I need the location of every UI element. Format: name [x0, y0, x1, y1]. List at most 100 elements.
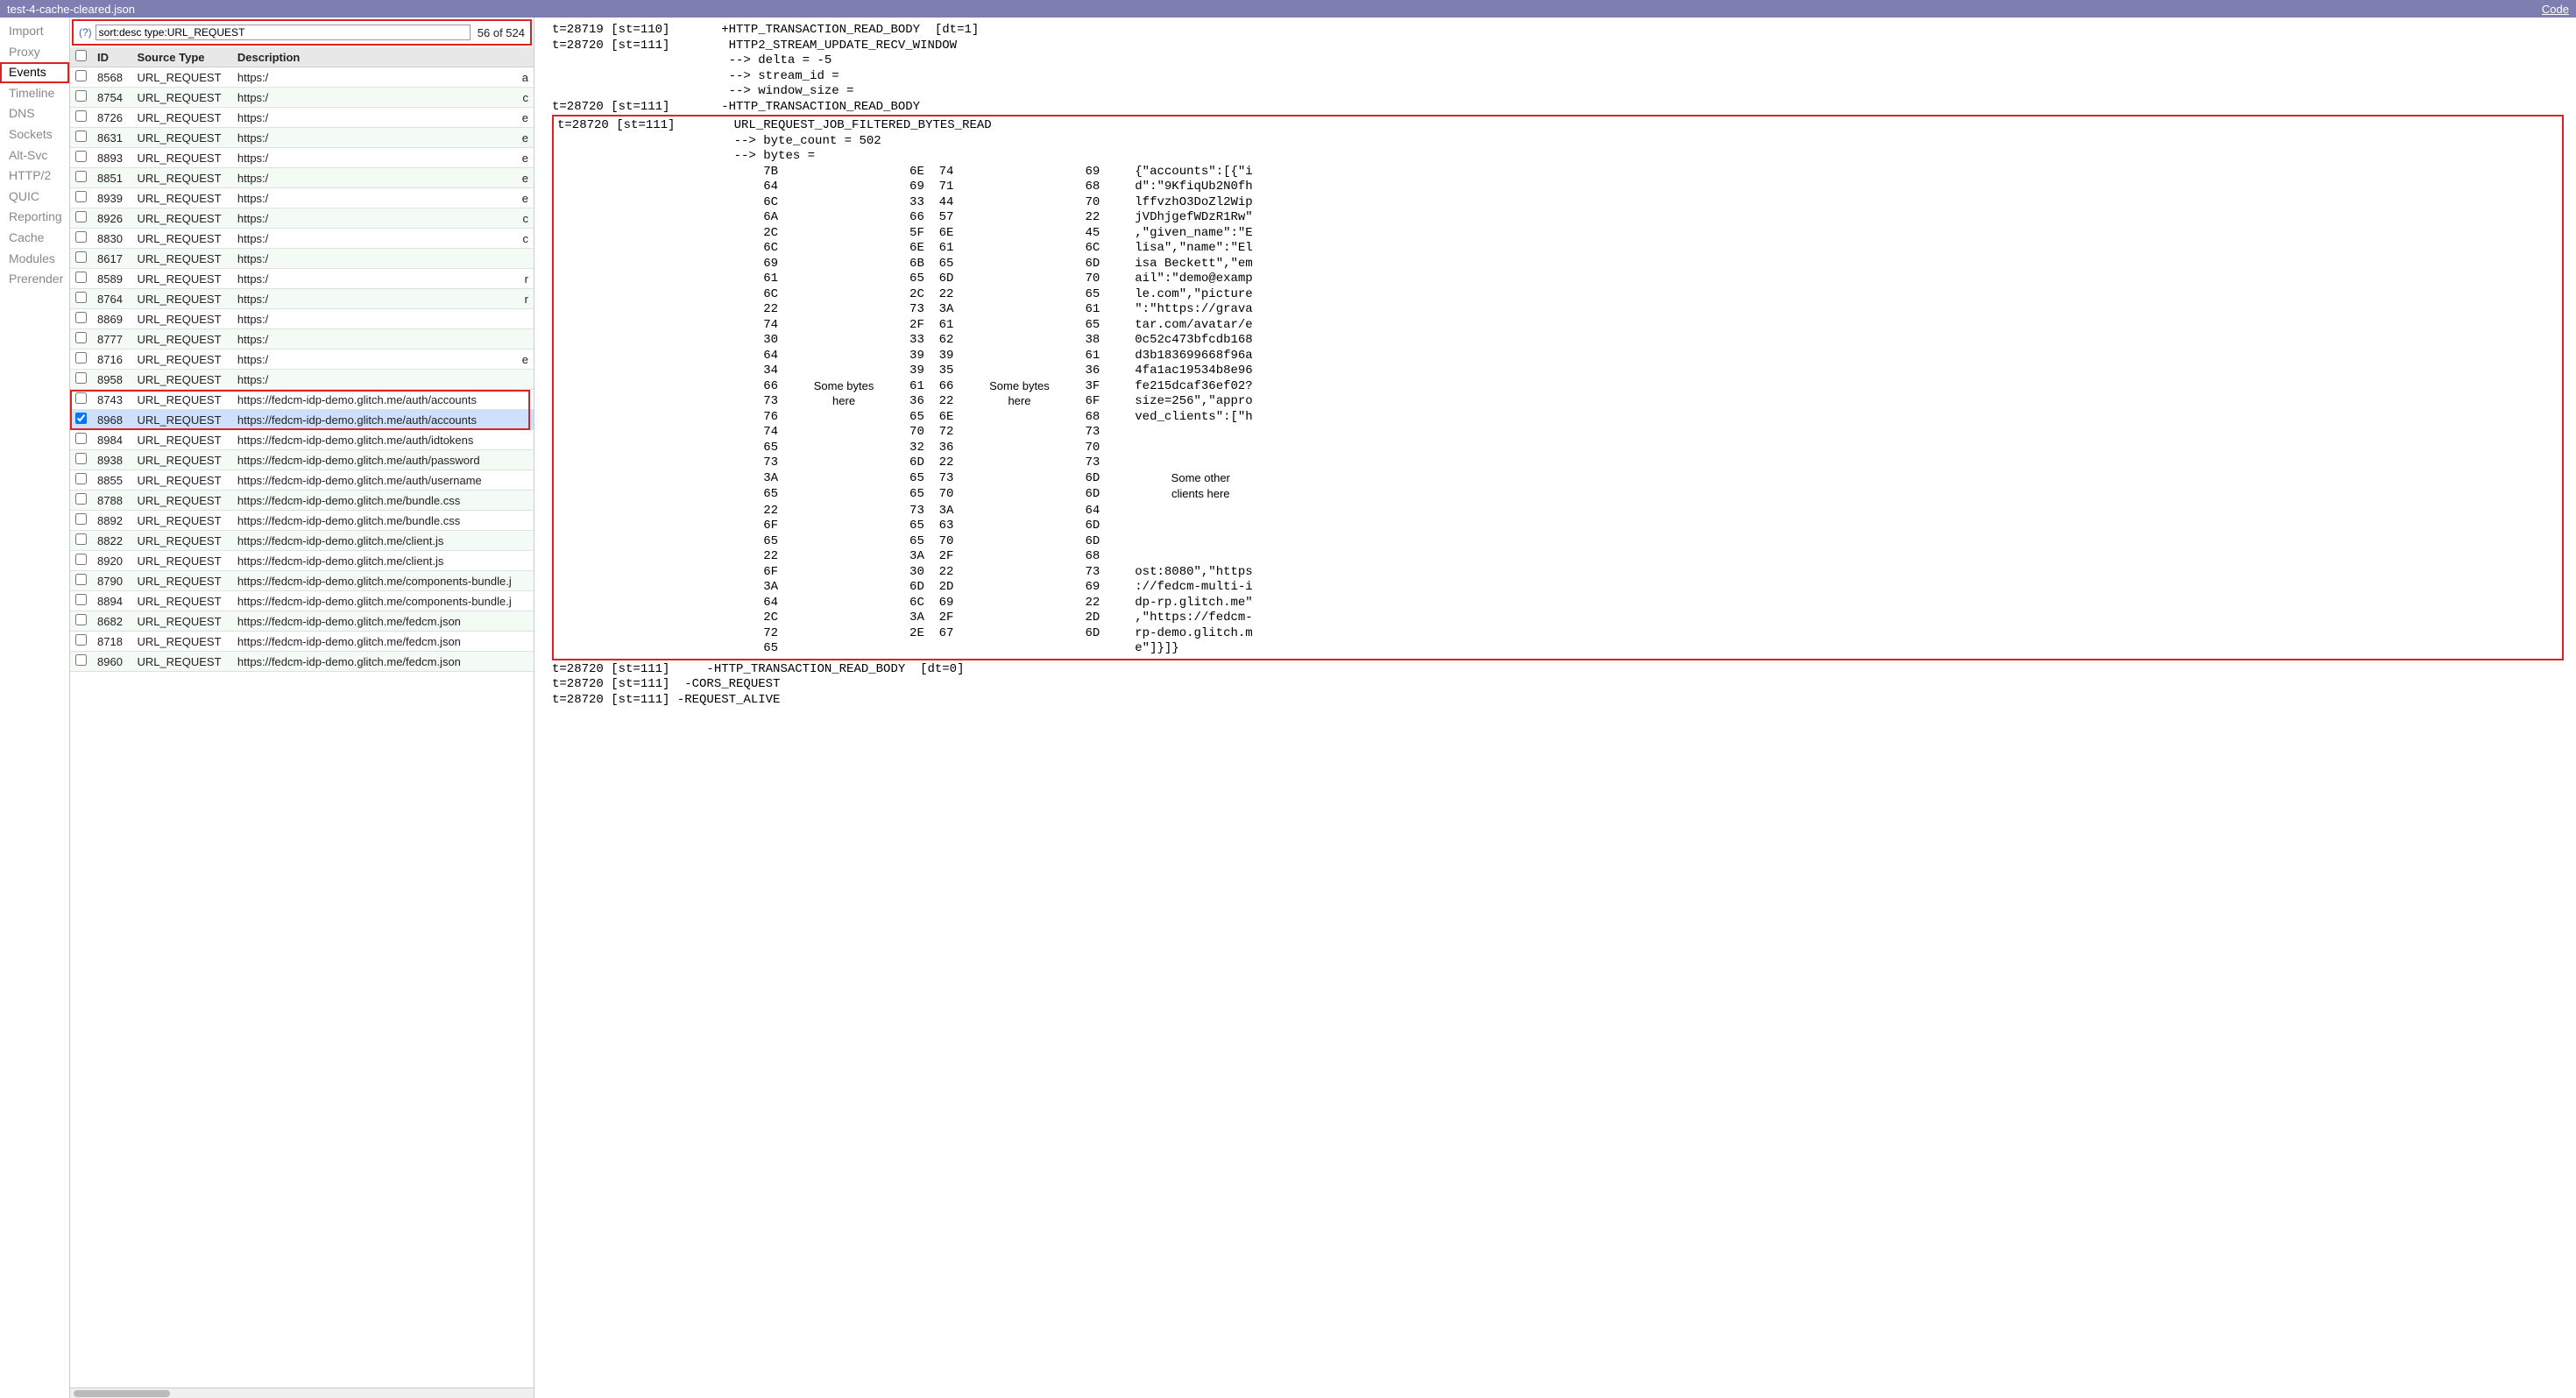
events-table-wrap[interactable]: ID Source Type Description 8568URL_REQUE…	[70, 47, 534, 1387]
table-row[interactable]: 8938URL_REQUESThttps://fedcm-idp-demo.gl…	[70, 450, 534, 470]
row-source: URL_REQUEST	[131, 450, 231, 470]
sidebar-item-modules[interactable]: Modules	[0, 249, 69, 270]
table-row[interactable]: 8939URL_REQUESThttps:/e	[70, 188, 534, 208]
row-checkbox[interactable]	[75, 614, 87, 625]
row-checkbox[interactable]	[75, 70, 87, 81]
table-row[interactable]: 8764URL_REQUESThttps:/r	[70, 289, 534, 309]
table-row[interactable]: 8855URL_REQUESThttps://fedcm-idp-demo.gl…	[70, 470, 534, 491]
row-checkbox[interactable]	[75, 594, 87, 605]
hscroll-thumb[interactable]	[74, 1390, 170, 1397]
row-checkbox[interactable]	[75, 352, 87, 364]
row-id: 8894	[92, 591, 131, 611]
table-row[interactable]: 8960URL_REQUESThttps://fedcm-idp-demo.gl…	[70, 652, 534, 672]
titlebar: test-4-cache-cleared.json Code	[0, 0, 2576, 18]
row-checkbox[interactable]	[75, 191, 87, 202]
row-checkbox[interactable]	[75, 493, 87, 505]
sidebar-item-http2[interactable]: HTTP/2	[0, 166, 69, 187]
col-checkbox[interactable]	[70, 47, 92, 67]
row-trail	[517, 309, 534, 329]
table-row[interactable]: 8716URL_REQUESThttps:/e	[70, 350, 534, 370]
table-row[interactable]: 8631URL_REQUESThttps:/e	[70, 128, 534, 148]
table-row[interactable]: 8968URL_REQUESThttps://fedcm-idp-demo.gl…	[70, 410, 534, 430]
events-hscroll[interactable]	[70, 1387, 534, 1398]
row-checkbox[interactable]	[75, 392, 87, 404]
sidebar-item-timeline[interactable]: Timeline	[0, 83, 69, 104]
filter-help-link[interactable]: (?)	[79, 26, 92, 39]
detail-panel[interactable]: t=28719 [st=110] +HTTP_TRANSACTION_READ_…	[534, 18, 2576, 1387]
row-checkbox[interactable]	[75, 634, 87, 646]
row-checkbox[interactable]	[75, 292, 87, 303]
row-checkbox[interactable]	[75, 413, 87, 424]
row-id: 8754	[92, 88, 131, 108]
row-checkbox[interactable]	[75, 533, 87, 545]
table-row[interactable]: 8894URL_REQUESThttps://fedcm-idp-demo.gl…	[70, 591, 534, 611]
row-checkbox[interactable]	[75, 211, 87, 222]
table-row[interactable]: 8718URL_REQUESThttps://fedcm-idp-demo.gl…	[70, 632, 534, 652]
table-row[interactable]: 8830URL_REQUESThttps:/c	[70, 229, 534, 249]
row-checkbox[interactable]	[75, 312, 87, 323]
table-row[interactable]: 8682URL_REQUESThttps://fedcm-idp-demo.gl…	[70, 611, 534, 632]
hex-row: 2273 3A64	[557, 504, 2558, 519]
hex-row: 6469 7168d":"9KfiqUb2N0fh	[557, 180, 2558, 195]
hex-row: 696B 656Disa Beckett","em	[557, 257, 2558, 272]
row-checkbox[interactable]	[75, 433, 87, 444]
sidebar-item-cache[interactable]: Cache	[0, 228, 69, 249]
select-all-checkbox[interactable]	[75, 50, 87, 61]
sidebar-item-altsvc[interactable]: Alt-Svc	[0, 145, 69, 166]
table-row[interactable]: 8822URL_REQUESThttps://fedcm-idp-demo.gl…	[70, 531, 534, 551]
table-row[interactable]: 8851URL_REQUESThttps:/e	[70, 168, 534, 188]
bytes-read-highlight: t=28720 [st=111] URL_REQUEST_JOB_FILTERE…	[552, 115, 2564, 660]
row-checkbox[interactable]	[75, 574, 87, 585]
row-checkbox[interactable]	[75, 554, 87, 565]
row-checkbox[interactable]	[75, 453, 87, 464]
col-desc[interactable]: Description	[232, 47, 517, 67]
row-source: URL_REQUEST	[131, 229, 231, 249]
sidebar-item-sockets[interactable]: Sockets	[0, 124, 69, 145]
table-row[interactable]: 8788URL_REQUESThttps://fedcm-idp-demo.gl…	[70, 491, 534, 511]
table-row[interactable]: 8589URL_REQUESThttps:/r	[70, 269, 534, 289]
table-row[interactable]: 8617URL_REQUESThttps:/	[70, 249, 534, 269]
table-row[interactable]: 8892URL_REQUESThttps://fedcm-idp-demo.gl…	[70, 511, 534, 531]
table-row[interactable]: 8726URL_REQUESThttps:/e	[70, 108, 534, 128]
row-checkbox[interactable]	[75, 272, 87, 283]
row-checkbox[interactable]	[75, 251, 87, 263]
table-row[interactable]: 8920URL_REQUESThttps://fedcm-idp-demo.gl…	[70, 551, 534, 571]
table-row[interactable]: 8754URL_REQUESThttps:/c	[70, 88, 534, 108]
sidebar-item-events[interactable]: Events	[0, 62, 69, 83]
table-row[interactable]: 8743URL_REQUESThttps://fedcm-idp-demo.gl…	[70, 390, 534, 410]
sidebar-item-dns[interactable]: DNS	[0, 103, 69, 124]
row-checkbox[interactable]	[75, 473, 87, 484]
row-checkbox[interactable]	[75, 90, 87, 102]
hex-row: 2C5F 6E45,"given_name":"E	[557, 226, 2558, 242]
row-checkbox[interactable]	[75, 372, 87, 384]
table-row[interactable]: 8790URL_REQUESThttps://fedcm-idp-demo.gl…	[70, 571, 534, 591]
col-source[interactable]: Source Type	[131, 47, 231, 67]
row-checkbox[interactable]	[75, 110, 87, 122]
table-row[interactable]: 8984URL_REQUESThttps://fedcm-idp-demo.gl…	[70, 430, 534, 450]
table-row[interactable]: 8869URL_REQUESThttps:/	[70, 309, 534, 329]
log-line: t=28720 [st=111] -HTTP_TRANSACTION_READ_…	[552, 100, 2567, 116]
row-desc: https://fedcm-idp-demo.glitch.me/auth/pa…	[232, 450, 517, 470]
row-checkbox[interactable]	[75, 332, 87, 343]
sidebar-item-import[interactable]: Import	[0, 21, 69, 42]
sidebar-item-prerender[interactable]: Prerender	[0, 269, 69, 290]
table-row[interactable]: 8926URL_REQUESThttps:/c	[70, 208, 534, 229]
titlebar-code-link[interactable]: Code	[2542, 3, 2569, 16]
row-checkbox[interactable]	[75, 171, 87, 182]
row-trail	[517, 531, 534, 551]
filter-input[interactable]	[96, 25, 471, 40]
sidebar-item-reporting[interactable]: Reporting	[0, 207, 69, 228]
row-checkbox[interactable]	[75, 654, 87, 666]
row-trail: e	[517, 128, 534, 148]
row-checkbox[interactable]	[75, 131, 87, 142]
col-id[interactable]: ID	[92, 47, 131, 67]
row-checkbox[interactable]	[75, 231, 87, 243]
row-checkbox[interactable]	[75, 513, 87, 525]
table-row[interactable]: 8777URL_REQUESThttps:/	[70, 329, 534, 350]
table-row[interactable]: 8893URL_REQUESThttps:/e	[70, 148, 534, 168]
table-row[interactable]: 8568URL_REQUESThttps:/a	[70, 67, 534, 88]
row-checkbox[interactable]	[75, 151, 87, 162]
sidebar-item-quic[interactable]: QUIC	[0, 187, 69, 208]
sidebar-item-proxy[interactable]: Proxy	[0, 42, 69, 63]
table-row[interactable]: 8958URL_REQUESThttps:/	[70, 370, 534, 390]
